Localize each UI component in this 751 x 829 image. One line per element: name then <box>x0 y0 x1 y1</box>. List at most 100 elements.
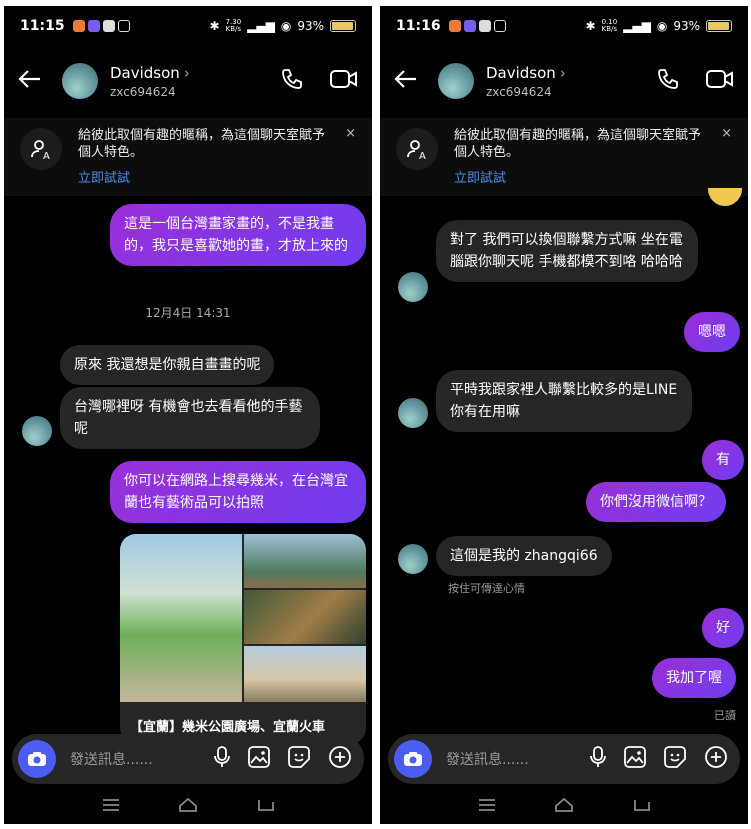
message-received[interactable]: 原來 我還想是你親自畫畫的呢 <box>60 345 275 385</box>
add-person-icon: A <box>20 128 62 170</box>
app-notification-icon <box>448 20 461 32</box>
avatar[interactable] <box>398 544 428 574</box>
back-nav-icon[interactable] <box>256 797 274 816</box>
contact-name: Davidson <box>110 63 180 82</box>
card-photo <box>120 534 242 702</box>
nickname-tip-banner: A 給彼此取個有趣的暱稱，為這個聊天室賦予個人特色。 立即試試 × <box>380 118 748 196</box>
back-nav-icon[interactable] <box>632 797 650 816</box>
wechat-notification-icon <box>478 20 491 32</box>
shared-link-card[interactable]: 【宜蘭】幾米公園廣場、宜蘭火車 <box>120 534 366 744</box>
gallery-icon[interactable] <box>624 746 646 772</box>
sticker-icon[interactable] <box>664 746 686 772</box>
signal-icon: ▂▄▆ <box>247 19 275 33</box>
add-person-icon: A <box>396 128 438 170</box>
back-arrow-icon[interactable] <box>394 67 430 95</box>
chat-header: Davidson › zxc694624 <box>380 50 748 112</box>
close-icon[interactable]: × <box>721 126 732 141</box>
plus-circle-icon[interactable] <box>704 745 728 773</box>
network-speed: 0.10 KB/s <box>601 18 618 33</box>
message-input[interactable]: 發送訊息...... <box>446 749 529 769</box>
gallery-icon[interactable] <box>248 746 270 772</box>
wifi-icon: ◉ <box>656 19 668 33</box>
system-nav-bar <box>380 788 748 824</box>
video-icon[interactable] <box>330 68 358 94</box>
app-notification-icon <box>72 20 85 32</box>
message-received[interactable]: 對了 我們可以換個聯繫方式嘛 坐在電腦跟你聊天呢 手機都模不到咯 哈哈哈 <box>436 220 698 282</box>
microphone-icon[interactable] <box>214 746 230 772</box>
camera-icon[interactable] <box>18 740 56 778</box>
status-time: 11:15 <box>20 18 65 34</box>
emoji-partial <box>708 188 742 206</box>
svg-text:A: A <box>43 151 50 161</box>
message-sent[interactable]: 你可以在網路上搜尋幾米，在台灣宜蘭也有藝術品可以拍照 <box>110 461 366 523</box>
close-icon[interactable]: × <box>345 126 356 141</box>
bluetooth-icon: ✱ <box>585 19 596 33</box>
home-nav-icon[interactable] <box>178 796 198 816</box>
battery-percent: 93% <box>297 19 324 33</box>
message-input[interactable]: 發送訊息...... <box>70 749 153 769</box>
message-sent[interactable]: 嗯嗯 <box>684 312 740 352</box>
wifi-icon: ◉ <box>280 19 292 33</box>
message-sent[interactable]: 你們沒用微信啊？ <box>586 482 726 522</box>
message-received[interactable]: 台灣哪裡呀 有機會也去看看他的手藝呢 <box>60 387 320 449</box>
message-sent[interactable]: 有 <box>702 440 744 480</box>
seen-status: 已讀 <box>714 709 736 722</box>
bluetooth-icon: ✱ <box>209 19 220 33</box>
card-photo <box>244 646 366 702</box>
status-time: 11:16 <box>396 18 441 34</box>
contact-name: Davidson <box>486 63 556 82</box>
sticker-icon[interactable] <box>288 746 310 772</box>
try-now-link[interactable]: 立即試試 <box>454 167 506 186</box>
screenshot-pair: 11:15 ✱ 7.30 KB/s ▂▄▆ ◉ 93% Davidson › zxc… <box>0 0 751 829</box>
phone-icon[interactable] <box>656 67 680 95</box>
home-nav-icon[interactable] <box>554 796 574 816</box>
avatar[interactable] <box>22 416 52 446</box>
message-timestamp: 12月4日 14:31 <box>145 306 231 320</box>
status-bar: 11:15 ✱ 7.30 KB/s ▂▄▆ ◉ 93% <box>4 6 372 46</box>
avatar[interactable] <box>398 272 428 302</box>
phone-icon[interactable] <box>280 67 304 95</box>
contact-username: zxc694624 <box>486 84 552 99</box>
status-bar: 11:16 ✱ 0.10 KB/s ▂▄▆ ◉ 93% <box>380 6 748 46</box>
tip-text: 給彼此取個有趣的暱稱，為這個聊天室賦予個人特色。 <box>454 128 702 160</box>
nickname-tip-banner: A 給彼此取個有趣的暱稱，為這個聊天室賦予個人特色。 立即試試 × <box>4 118 372 196</box>
message-received[interactable]: 平時我跟家裡人聯繫比較多的是LINE 你有在用嘛 <box>436 370 692 432</box>
app-notification-icon <box>87 20 100 32</box>
avatar[interactable] <box>62 63 98 99</box>
microphone-icon[interactable] <box>590 746 606 772</box>
message-received[interactable]: 這個是我的 zhangqi66 <box>436 536 612 576</box>
contact-username: zxc694624 <box>110 84 176 99</box>
battery-percent: 93% <box>673 19 700 33</box>
card-photo <box>244 590 366 644</box>
chat-header: Davidson › zxc694624 <box>4 50 372 112</box>
avatar[interactable] <box>398 398 428 428</box>
try-now-link[interactable]: 立即試試 <box>78 167 130 186</box>
signal-icon: ▂▄▆ <box>623 19 651 33</box>
plus-circle-icon[interactable] <box>328 745 352 773</box>
notification-icons <box>72 20 130 32</box>
card-title: 【宜蘭】幾米公園廣場、宜蘭火車 <box>130 720 326 735</box>
battery-icon <box>330 20 356 32</box>
contact-info[interactable]: Davidson › zxc694624 <box>486 64 566 99</box>
message-sent[interactable]: 我加了喔 <box>652 658 736 698</box>
avatar[interactable] <box>438 63 474 99</box>
video-icon[interactable] <box>706 68 734 94</box>
chat-screen-left: 11:15 ✱ 7.30 KB/s ▂▄▆ ◉ 93% Davidson › zxc… <box>4 6 372 824</box>
menu-nav-icon[interactable] <box>102 797 120 816</box>
battery-icon <box>706 20 732 32</box>
back-arrow-icon[interactable] <box>18 67 54 95</box>
network-speed: 7.30 KB/s <box>225 18 242 33</box>
message-sent[interactable]: 好 <box>702 608 744 648</box>
message-sent[interactable]: 這是一個台灣畫家畫的，不是我畫的，我只是喜歡她的畫，才放上來的 <box>110 204 366 266</box>
chevron-right-icon: › <box>559 63 566 82</box>
notification-icons <box>448 20 506 32</box>
wechat-notification-icon <box>102 20 115 32</box>
svg-text:A: A <box>419 151 426 161</box>
contact-info[interactable]: Davidson › zxc694624 <box>110 64 190 99</box>
app-notification-icon <box>463 20 476 32</box>
chat-screen-right: 11:16 ✱ 0.10 KB/s ▂▄▆ ◉ 93% Davidson › zxc… <box>380 6 748 824</box>
message-composer: 發送訊息...... <box>388 734 740 784</box>
message-composer: 發送訊息...... <box>12 734 364 784</box>
menu-nav-icon[interactable] <box>478 797 496 816</box>
camera-icon[interactable] <box>394 740 432 778</box>
